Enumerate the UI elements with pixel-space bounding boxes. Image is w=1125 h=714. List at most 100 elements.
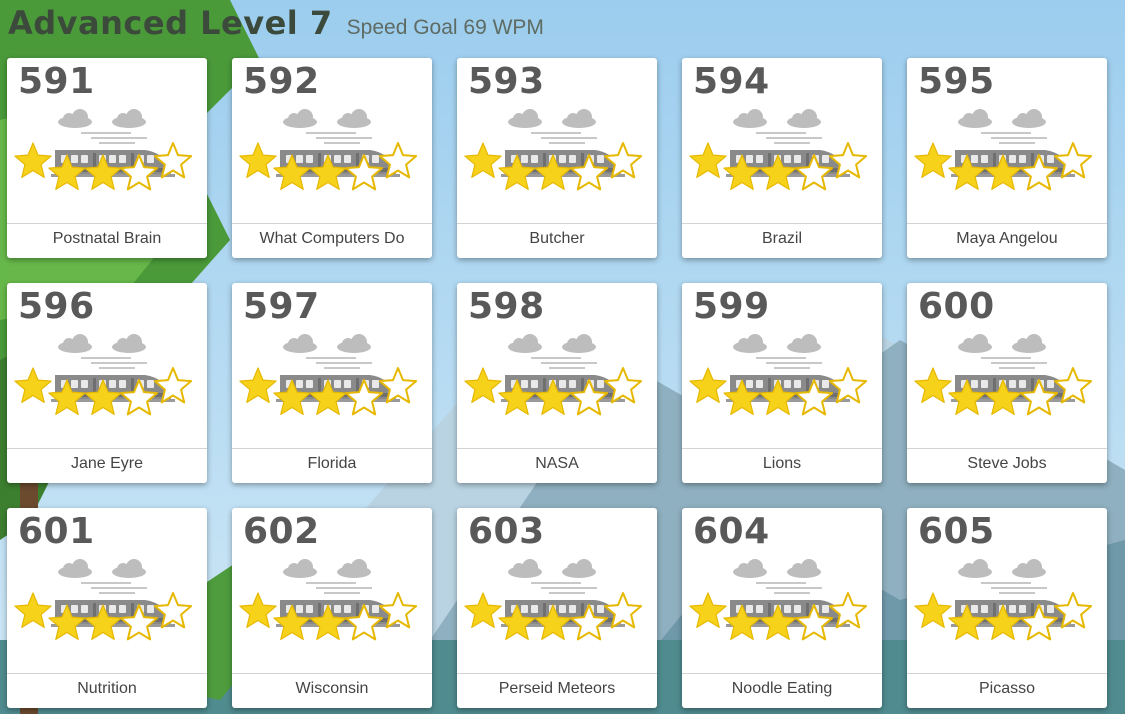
cloud-icon xyxy=(58,109,92,128)
cloud-icon xyxy=(283,109,317,128)
star-filled-icon xyxy=(464,592,502,629)
card-divider xyxy=(232,223,432,224)
train-rating-art xyxy=(239,109,418,191)
speed-lines xyxy=(981,357,1047,369)
level-card[interactable]: 605 Picasso xyxy=(907,508,1107,708)
train-rating-art xyxy=(914,109,1093,191)
level-name: Jane Eyre xyxy=(70,455,144,472)
cloud-icon xyxy=(562,109,596,128)
level-number: 595 xyxy=(918,61,995,102)
page-header: Advanced Level 7 Speed Goal 69 WPM xyxy=(8,4,544,42)
level-card[interactable]: 603 Perseid Meteors xyxy=(457,508,657,708)
cloud-icon xyxy=(733,559,767,578)
speed-lines xyxy=(756,357,822,369)
page-title: Advanced Level 7 xyxy=(8,4,333,42)
level-card[interactable]: 601 Nutrition xyxy=(7,508,207,708)
star-filled-icon xyxy=(14,142,52,179)
cloud-icon xyxy=(283,334,317,353)
card-divider xyxy=(232,673,432,674)
level-card[interactable]: 594 Brazil xyxy=(682,58,882,258)
train-rating-art xyxy=(464,334,643,416)
level-name: Butcher xyxy=(529,230,585,247)
level-card[interactable]: 600 Steve Jobs xyxy=(907,283,1107,483)
level-number: 601 xyxy=(18,511,95,552)
star-filled-icon xyxy=(14,367,52,404)
level-name: What Computers Do xyxy=(259,230,405,247)
level-name: Perseid Meteors xyxy=(498,680,616,697)
speed-lines xyxy=(81,582,147,594)
star-filled-icon xyxy=(914,142,952,179)
cloud-icon xyxy=(1012,109,1046,128)
star-filled-icon xyxy=(689,367,727,404)
cloud-icon xyxy=(958,109,992,128)
star-filled-icon xyxy=(239,142,277,179)
level-card[interactable]: 591 Postnatal Brain xyxy=(7,58,207,258)
level-card[interactable]: 602 Wisconsin xyxy=(232,508,432,708)
level-card[interactable]: 598 NASA xyxy=(457,283,657,483)
card-divider xyxy=(907,223,1107,224)
level-card[interactable]: 593 Butcher xyxy=(457,58,657,258)
cloud-icon xyxy=(112,334,146,353)
level-card[interactable]: 597 Florida xyxy=(232,283,432,483)
star-filled-icon xyxy=(914,367,952,404)
level-number: 597 xyxy=(243,286,320,327)
level-card[interactable]: 596 Jane Eyre xyxy=(7,283,207,483)
card-divider xyxy=(457,448,657,449)
speed-lines xyxy=(981,132,1047,144)
cloud-icon xyxy=(337,109,371,128)
cloud-icon xyxy=(958,559,992,578)
level-name: Noodle Eating xyxy=(731,680,833,697)
level-number: 604 xyxy=(693,511,770,552)
speed-lines xyxy=(81,357,147,369)
speed-goal: Speed Goal 69 WPM xyxy=(346,16,544,39)
level-number: 599 xyxy=(693,286,770,327)
level-number: 591 xyxy=(18,61,95,102)
level-number: 598 xyxy=(468,286,545,327)
level-name: Maya Angelou xyxy=(956,230,1058,247)
cloud-icon xyxy=(787,559,821,578)
level-name: Brazil xyxy=(761,230,802,247)
level-card[interactable]: 604 Noodle Eating xyxy=(682,508,882,708)
speed-lines xyxy=(756,582,822,594)
cloud-icon xyxy=(733,109,767,128)
level-name: Lions xyxy=(762,455,802,472)
level-number: 602 xyxy=(243,511,320,552)
cloud-icon xyxy=(733,334,767,353)
level-name: Picasso xyxy=(978,680,1036,697)
speed-lines xyxy=(531,582,597,594)
train-rating-art xyxy=(689,109,868,191)
card-divider xyxy=(7,673,207,674)
card-divider xyxy=(682,673,882,674)
cloud-icon xyxy=(787,109,821,128)
level-name: Nutrition xyxy=(77,680,137,697)
cloud-icon xyxy=(508,559,542,578)
train-rating-art xyxy=(14,334,193,416)
cloud-icon xyxy=(508,109,542,128)
level-number: 600 xyxy=(918,286,995,327)
cloud-icon xyxy=(508,334,542,353)
cloud-icon xyxy=(337,334,371,353)
level-card[interactable]: 595 Maya Angelou xyxy=(907,58,1107,258)
train-rating-art xyxy=(914,559,1093,641)
cloud-icon xyxy=(112,109,146,128)
level-number: 592 xyxy=(243,61,320,102)
speed-lines xyxy=(306,357,372,369)
level-card[interactable]: 592 What Computers Do xyxy=(232,58,432,258)
cloud-icon xyxy=(58,559,92,578)
level-number: 603 xyxy=(468,511,545,552)
cloud-icon xyxy=(1012,334,1046,353)
train-rating-art xyxy=(914,334,1093,416)
level-card[interactable]: 599 Lions xyxy=(682,283,882,483)
cloud-icon xyxy=(283,559,317,578)
level-name: Steve Jobs xyxy=(967,455,1047,472)
card-divider xyxy=(907,448,1107,449)
train-rating-art xyxy=(464,559,643,641)
train-rating-art xyxy=(14,109,193,191)
train-rating-art xyxy=(239,559,418,641)
star-filled-icon xyxy=(239,592,277,629)
card-divider xyxy=(457,673,657,674)
cloud-icon xyxy=(337,559,371,578)
card-divider xyxy=(7,448,207,449)
train-rating-art xyxy=(689,559,868,641)
cloud-icon xyxy=(1012,559,1046,578)
